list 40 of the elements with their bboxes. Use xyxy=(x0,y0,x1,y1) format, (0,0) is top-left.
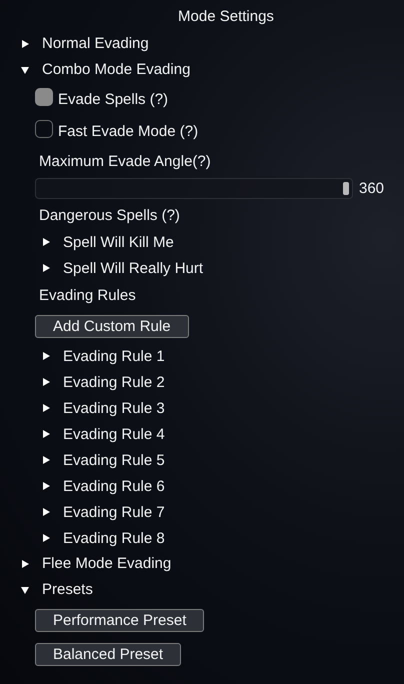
section-header[interactable]: Flee Mode Evading xyxy=(0,551,172,577)
expand-arrow-icon xyxy=(41,533,51,543)
tree-node[interactable]: Evading Rule 6 xyxy=(35,473,165,499)
tree-node[interactable]: Evading Rule 2 xyxy=(35,369,165,395)
expand-arrow-icon xyxy=(41,481,51,491)
expand-arrow-icon xyxy=(41,351,51,361)
tree-node[interactable]: Spell Will Kill Me xyxy=(35,229,174,255)
tree-node[interactable]: Evading Rule 8 xyxy=(35,525,165,551)
window-title: Mode Settings xyxy=(177,7,275,27)
tree-node[interactable]: Evading Rule 4 xyxy=(35,421,165,447)
expand-arrow-icon xyxy=(20,585,30,595)
expand-arrow-icon xyxy=(20,65,30,75)
group-heading: Evading Rules xyxy=(38,286,136,306)
expand-arrow-icon xyxy=(41,507,51,517)
tree-node[interactable]: Evading Rule 3 xyxy=(35,395,165,421)
expand-arrow-icon xyxy=(41,455,51,465)
slider-value: 360 xyxy=(359,180,384,196)
action-button[interactable]: Add Custom Rule xyxy=(35,314,189,338)
section-header[interactable]: Normal Evading xyxy=(0,31,149,57)
tree-node[interactable]: Spell Will Really Hurt xyxy=(35,255,204,281)
action-button[interactable]: Balanced Preset xyxy=(35,642,182,666)
expand-arrow-icon xyxy=(41,403,51,413)
slider-label: Maximum Evade Angle(?) xyxy=(38,152,211,172)
checkbox-label: Fast Evade Mode (?) xyxy=(58,122,198,140)
expand-arrow-icon xyxy=(41,377,51,387)
expand-arrow-icon xyxy=(41,237,51,247)
group-heading: Dangerous Spells (?) xyxy=(38,206,180,226)
section-header[interactable]: Presets xyxy=(0,577,93,603)
tree-node[interactable]: Evading Rule 1 xyxy=(35,343,165,369)
checkbox-label: Evade Spells (?) xyxy=(58,90,168,108)
section-header[interactable]: Combo Mode Evading xyxy=(0,57,190,83)
expand-arrow-icon xyxy=(41,429,51,439)
tree-node[interactable]: Evading Rule 5 xyxy=(35,447,165,473)
action-button[interactable]: Performance Preset xyxy=(35,608,204,632)
checkbox[interactable] xyxy=(35,120,53,138)
expand-arrow-icon xyxy=(20,559,30,569)
tree-node[interactable]: Evading Rule 7 xyxy=(35,499,165,525)
expand-arrow-icon xyxy=(41,263,51,273)
expand-arrow-icon xyxy=(20,39,30,49)
checkbox[interactable] xyxy=(35,88,53,106)
